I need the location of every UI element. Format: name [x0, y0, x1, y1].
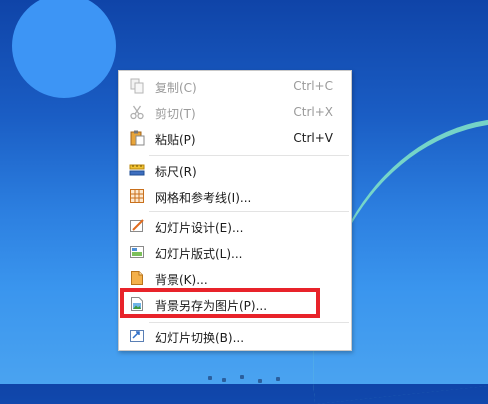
slide-design-icon — [130, 219, 144, 232]
highlight-box — [120, 288, 320, 318]
menu-item-label: 幻灯片设计(E)... — [155, 221, 244, 235]
menu-item-label: 幻灯片切换(B)... — [155, 331, 245, 345]
menu-item-label: 背景(K)... — [155, 273, 208, 287]
menu-item-label: 复制(C) — [155, 81, 197, 95]
menu-item-copy[interactable]: 复制(C) Ctrl+C — [119, 75, 351, 97]
copy-icon — [130, 78, 144, 94]
menu-item-slide-layout[interactable]: 幻灯片版式(L)... — [119, 241, 351, 263]
menu-item-cut[interactable]: 剪切(T) Ctrl+X — [119, 101, 351, 123]
desktop-specks-decoration — [200, 372, 290, 384]
menu-item-label: 剪切(T) — [155, 107, 196, 121]
menu-separator — [149, 155, 349, 156]
slide-layout-icon — [130, 246, 144, 258]
menu-item-label: 网格和参考线(I)... — [155, 191, 252, 205]
menu-item-slide-design[interactable]: 幻灯片设计(E)... — [119, 215, 351, 237]
paste-icon — [130, 130, 145, 146]
menu-item-grid-guides[interactable]: 网格和参考线(I)... — [119, 185, 351, 207]
menu-item-label: 幻灯片版式(L)... — [155, 247, 243, 261]
menu-item-slide-transition[interactable]: 幻灯片切换(B)... — [119, 325, 351, 347]
menu-item-paste[interactable]: 粘贴(P) Ctrl+V — [119, 127, 351, 149]
menu-item-label: 粘贴(P) — [155, 133, 196, 147]
ruler-icon — [129, 164, 145, 176]
scissors-icon — [130, 105, 144, 120]
menu-item-shortcut: Ctrl+V — [293, 131, 333, 145]
menu-separator — [149, 322, 349, 323]
menu-item-shortcut: Ctrl+X — [293, 105, 333, 119]
menu-item-background[interactable]: 背景(K)... — [119, 267, 351, 289]
menu-separator — [149, 211, 349, 212]
grid-icon — [130, 189, 144, 203]
menu-item-label: 标尺(R) — [155, 165, 197, 179]
menu-item-ruler[interactable]: 标尺(R) — [119, 159, 351, 181]
background-icon — [131, 271, 143, 285]
desktop-circle-decoration — [12, 0, 116, 98]
slide-transition-icon — [130, 330, 144, 342]
menu-item-shortcut: Ctrl+C — [293, 79, 333, 93]
